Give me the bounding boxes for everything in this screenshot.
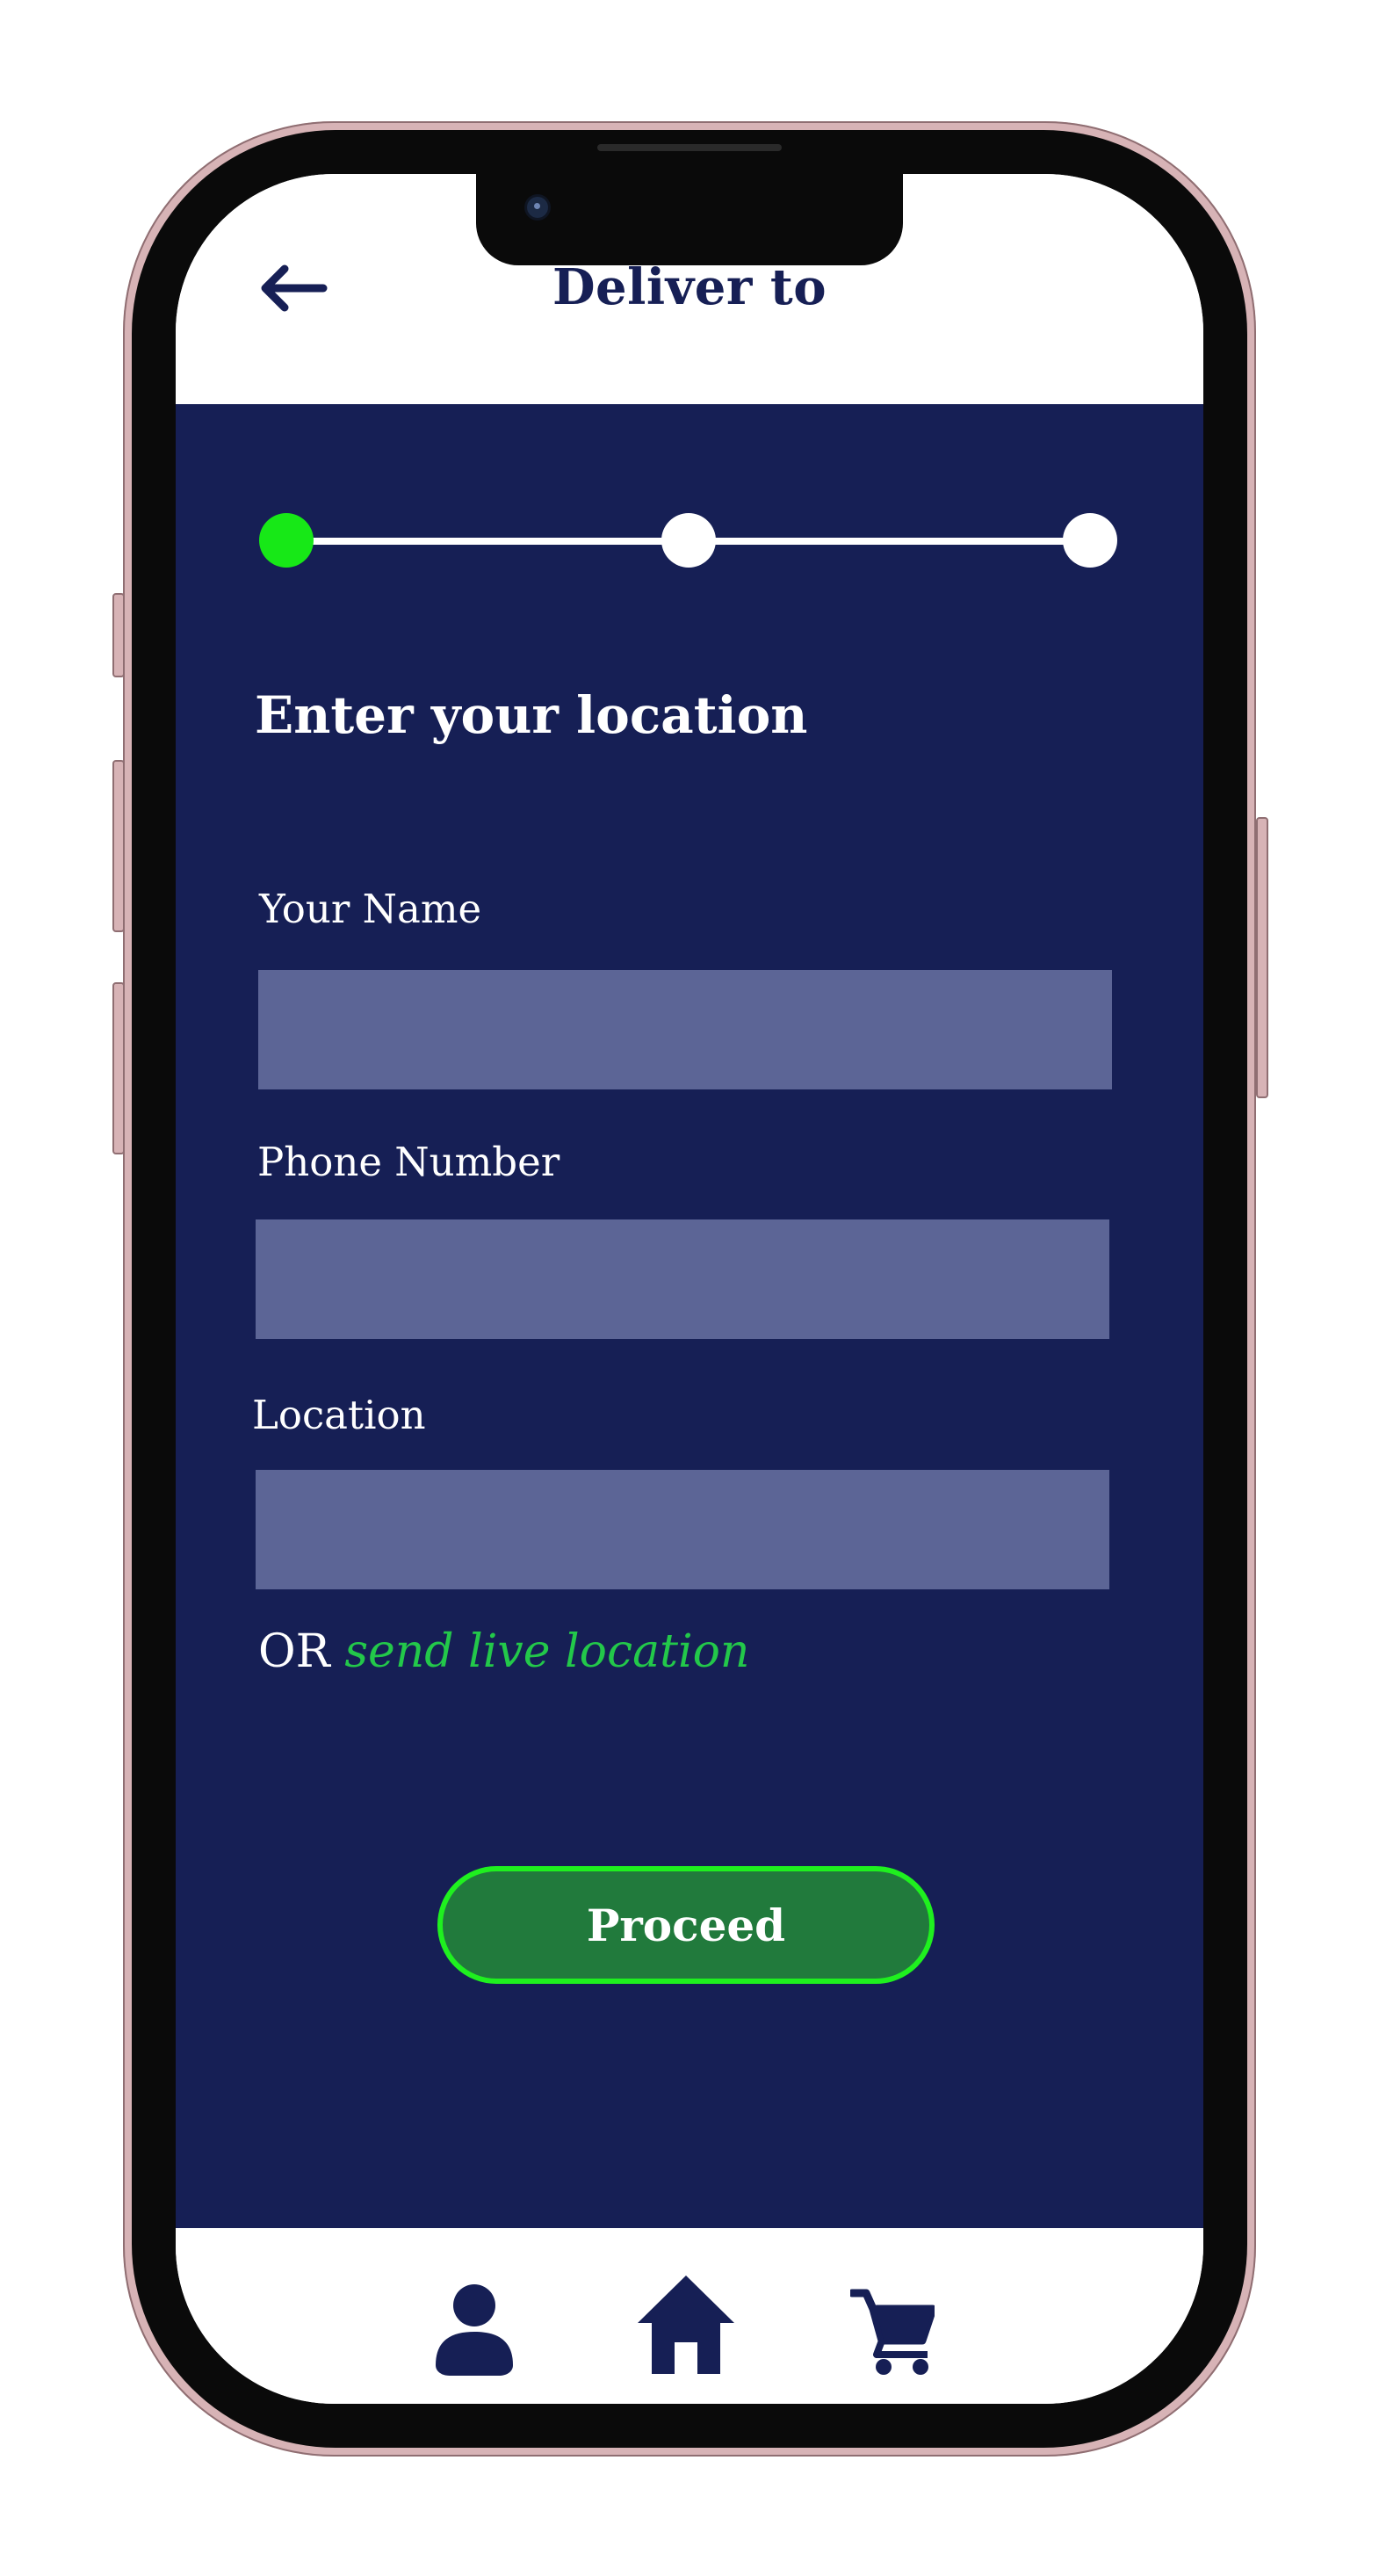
step-3-indicator bbox=[1063, 513, 1117, 568]
step-2-indicator bbox=[661, 513, 716, 568]
name-label: Your Name bbox=[259, 886, 482, 932]
or-text: OR bbox=[258, 1625, 330, 1678]
progress-stepper bbox=[255, 508, 1117, 569]
bottom-nav bbox=[176, 2228, 1203, 2404]
step-1-indicator bbox=[259, 513, 314, 568]
home-icon[interactable] bbox=[634, 2272, 738, 2377]
power-button bbox=[1256, 817, 1268, 1098]
phone-screen: Deliver to Enter your location Your Name… bbox=[176, 174, 1203, 2404]
form-heading: Enter your location bbox=[255, 685, 808, 745]
phone-label: Phone Number bbox=[257, 1139, 560, 1185]
cart-icon[interactable] bbox=[850, 2279, 935, 2376]
speaker-grille bbox=[597, 144, 782, 151]
phone-input[interactable] bbox=[256, 1219, 1109, 1339]
name-input[interactable] bbox=[258, 970, 1112, 1089]
proceed-button[interactable]: Proceed bbox=[437, 1866, 935, 1984]
send-live-location-link[interactable]: send live location bbox=[344, 1625, 749, 1678]
notch bbox=[476, 174, 903, 265]
location-label: Location bbox=[252, 1392, 426, 1438]
profile-icon[interactable] bbox=[430, 2281, 518, 2377]
location-form-panel: Enter your location Your Name Phone Numb… bbox=[176, 404, 1203, 2228]
page-title: Deliver to bbox=[552, 258, 827, 316]
location-input[interactable] bbox=[256, 1470, 1109, 1589]
live-location-row: OR send live location bbox=[258, 1625, 749, 1678]
front-camera-icon bbox=[527, 197, 548, 218]
